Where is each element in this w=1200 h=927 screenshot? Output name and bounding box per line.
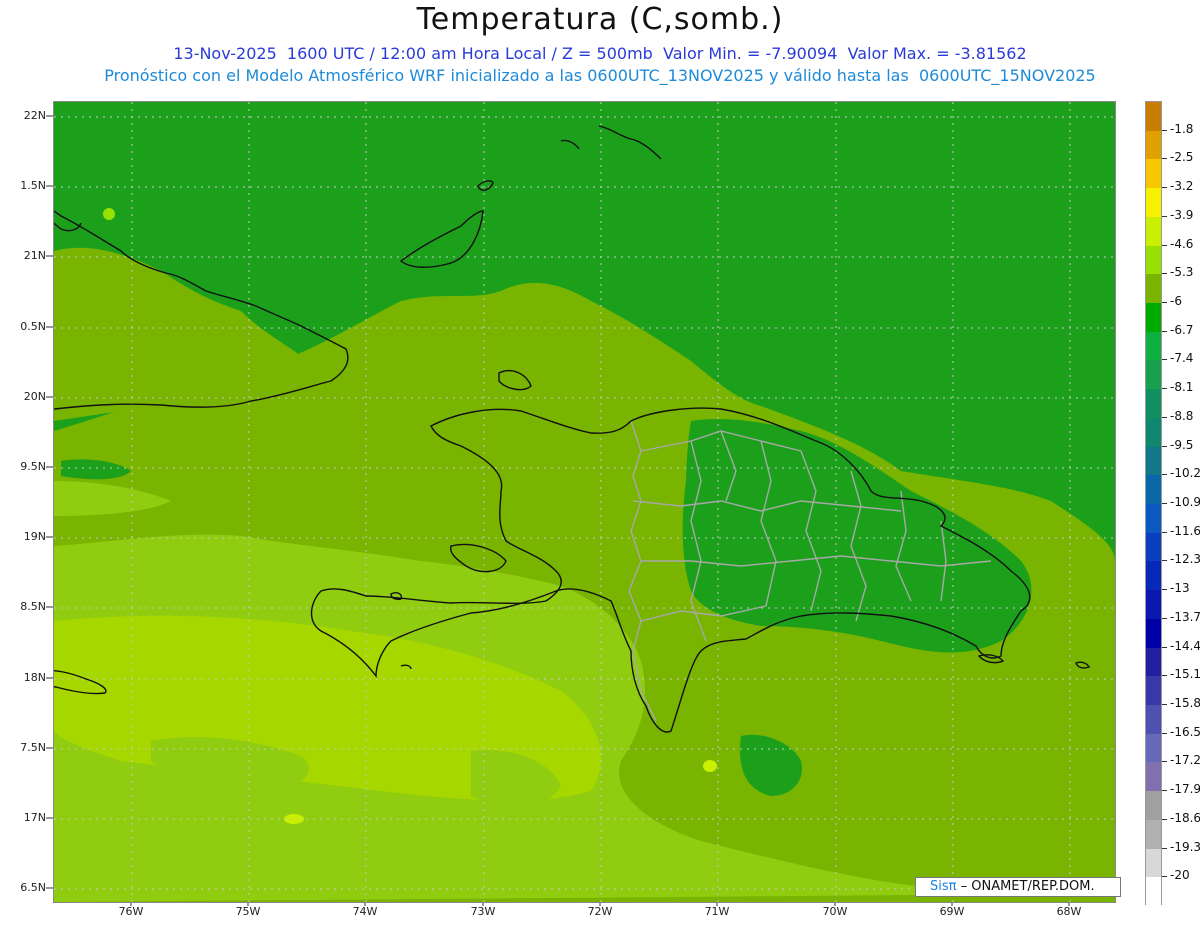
field-shade-hot-spot: [103, 208, 115, 220]
colorbar-label: -19.3: [1170, 839, 1200, 854]
colorbar-segment: [1146, 676, 1161, 706]
colorbar-tick: [1162, 704, 1167, 705]
colorbar-tick: [1162, 818, 1167, 820]
credit-org: – ONAMET/REP.DOM.: [960, 879, 1095, 894]
colorbar-segment: [1146, 245, 1161, 275]
colorbar-label: -18.6: [1170, 810, 1200, 825]
colorbar-label: -11.6: [1170, 523, 1200, 538]
colorbar-label: -1.8: [1170, 121, 1194, 136]
colorbar-label: -10.2: [1170, 466, 1200, 481]
colorbar-segment: [1146, 532, 1161, 562]
colorbar-segment: [1146, 130, 1161, 160]
colorbar-segment: [1146, 475, 1161, 505]
colorbar-tick: [1162, 503, 1167, 504]
colorbar-label: -15.8: [1170, 696, 1200, 710]
colorbar-label: -4.6: [1170, 236, 1194, 251]
colorbar-label: -16.5: [1170, 724, 1200, 739]
credit-brand: Sisπ: [930, 879, 957, 894]
colorbar-tick: [1162, 646, 1167, 648]
colorbar-tick: [1162, 388, 1167, 390]
colorbar-tick: [1162, 531, 1167, 533]
colorbar-segment: [1146, 733, 1161, 763]
colorbar-tick: [1162, 215, 1167, 217]
credit-box: Sisπ – ONAMET/REP.DOM.: [915, 877, 1121, 897]
colorbar-label: -13.7: [1170, 609, 1200, 624]
colorbar-label: -12.3: [1170, 552, 1200, 567]
colorbar-segment: [1146, 705, 1161, 735]
colorbar-tick: [1162, 359, 1167, 361]
colorbar-label: -8.8: [1170, 408, 1194, 423]
colorbar-tick: [1162, 445, 1167, 447]
colorbar-tick: [1162, 589, 1167, 591]
temperature-field-map: [54, 102, 1115, 902]
colorbar-label: -6: [1170, 294, 1182, 308]
colorbar-label: -9.5: [1170, 437, 1194, 452]
colorbar-tick: [1162, 273, 1167, 275]
colorbar-label: -17.9: [1170, 782, 1200, 797]
colorbar-segment: [1146, 303, 1161, 333]
colorbar-segment: [1146, 590, 1161, 620]
colorbar-tick: [1162, 244, 1167, 246]
colorbar-tick: [1162, 330, 1167, 332]
colorbar-tick: [1162, 732, 1167, 734]
colorbar-tick: [1162, 790, 1167, 792]
colorbar-label: -15.1: [1170, 667, 1200, 682]
colorbar-segment: [1146, 360, 1161, 390]
colorbar-segment: [1146, 102, 1161, 132]
colorbar-tick: [1162, 675, 1167, 677]
colorbar-segment: [1146, 819, 1161, 850]
colorbar-segment: [1146, 446, 1161, 476]
colorbar-tick: [1162, 617, 1167, 619]
colorbar-tick: [1162, 302, 1167, 303]
colorbar-segment: [1146, 647, 1161, 677]
map-panel: [53, 101, 1116, 903]
colorbar-tick: [1162, 560, 1167, 562]
colorbar-segment: [1146, 618, 1161, 649]
colorbar-label: -3.2: [1170, 179, 1194, 194]
colorbar-tick: [1162, 847, 1167, 849]
colorbar-label: -14.4: [1170, 638, 1200, 653]
colorbar-segment: [1146, 188, 1161, 218]
colorbar-label: -5.3: [1170, 265, 1194, 280]
colorbar-segment: [1146, 762, 1161, 792]
colorbar-segment: [1146, 389, 1161, 419]
colorbar-segment: [1146, 561, 1161, 591]
colorbar-label: -3.9: [1170, 207, 1194, 222]
colorbar-tick: [1162, 761, 1167, 763]
colorbar-label: -2.5: [1170, 150, 1194, 165]
colorbar-label: -13: [1170, 581, 1190, 596]
colorbar-tick: [1162, 876, 1167, 878]
colorbar-tick: [1162, 474, 1167, 476]
colorbar-tick: [1162, 416, 1167, 418]
colorbar-segment: [1146, 274, 1161, 304]
colorbar-tick: [1162, 158, 1167, 160]
colorbar-label: -20: [1170, 868, 1190, 883]
colorbar-label: -7.4: [1170, 351, 1194, 366]
colorbar-segment: [1146, 331, 1161, 361]
colorbar-segment: [1146, 877, 1161, 907]
colorbar-tick: [1162, 187, 1167, 189]
colorbar-segment: [1146, 791, 1161, 821]
colorbar-segment: [1146, 417, 1161, 448]
colorbar-segment: [1146, 216, 1161, 247]
colorbar-segment: [1146, 504, 1161, 534]
colorbar-segment: [1146, 848, 1161, 878]
colorbar: [1145, 101, 1162, 907]
colorbar-tick: [1162, 129, 1167, 131]
colorbar-label: -6.7: [1170, 322, 1194, 337]
field-shade-hot-spot: [703, 760, 717, 772]
colorbar-label: -17.2: [1170, 753, 1200, 768]
colorbar-segment: [1146, 159, 1161, 189]
colorbar-label: -8.1: [1170, 380, 1194, 395]
colorbar-label: -10.9: [1170, 495, 1200, 509]
